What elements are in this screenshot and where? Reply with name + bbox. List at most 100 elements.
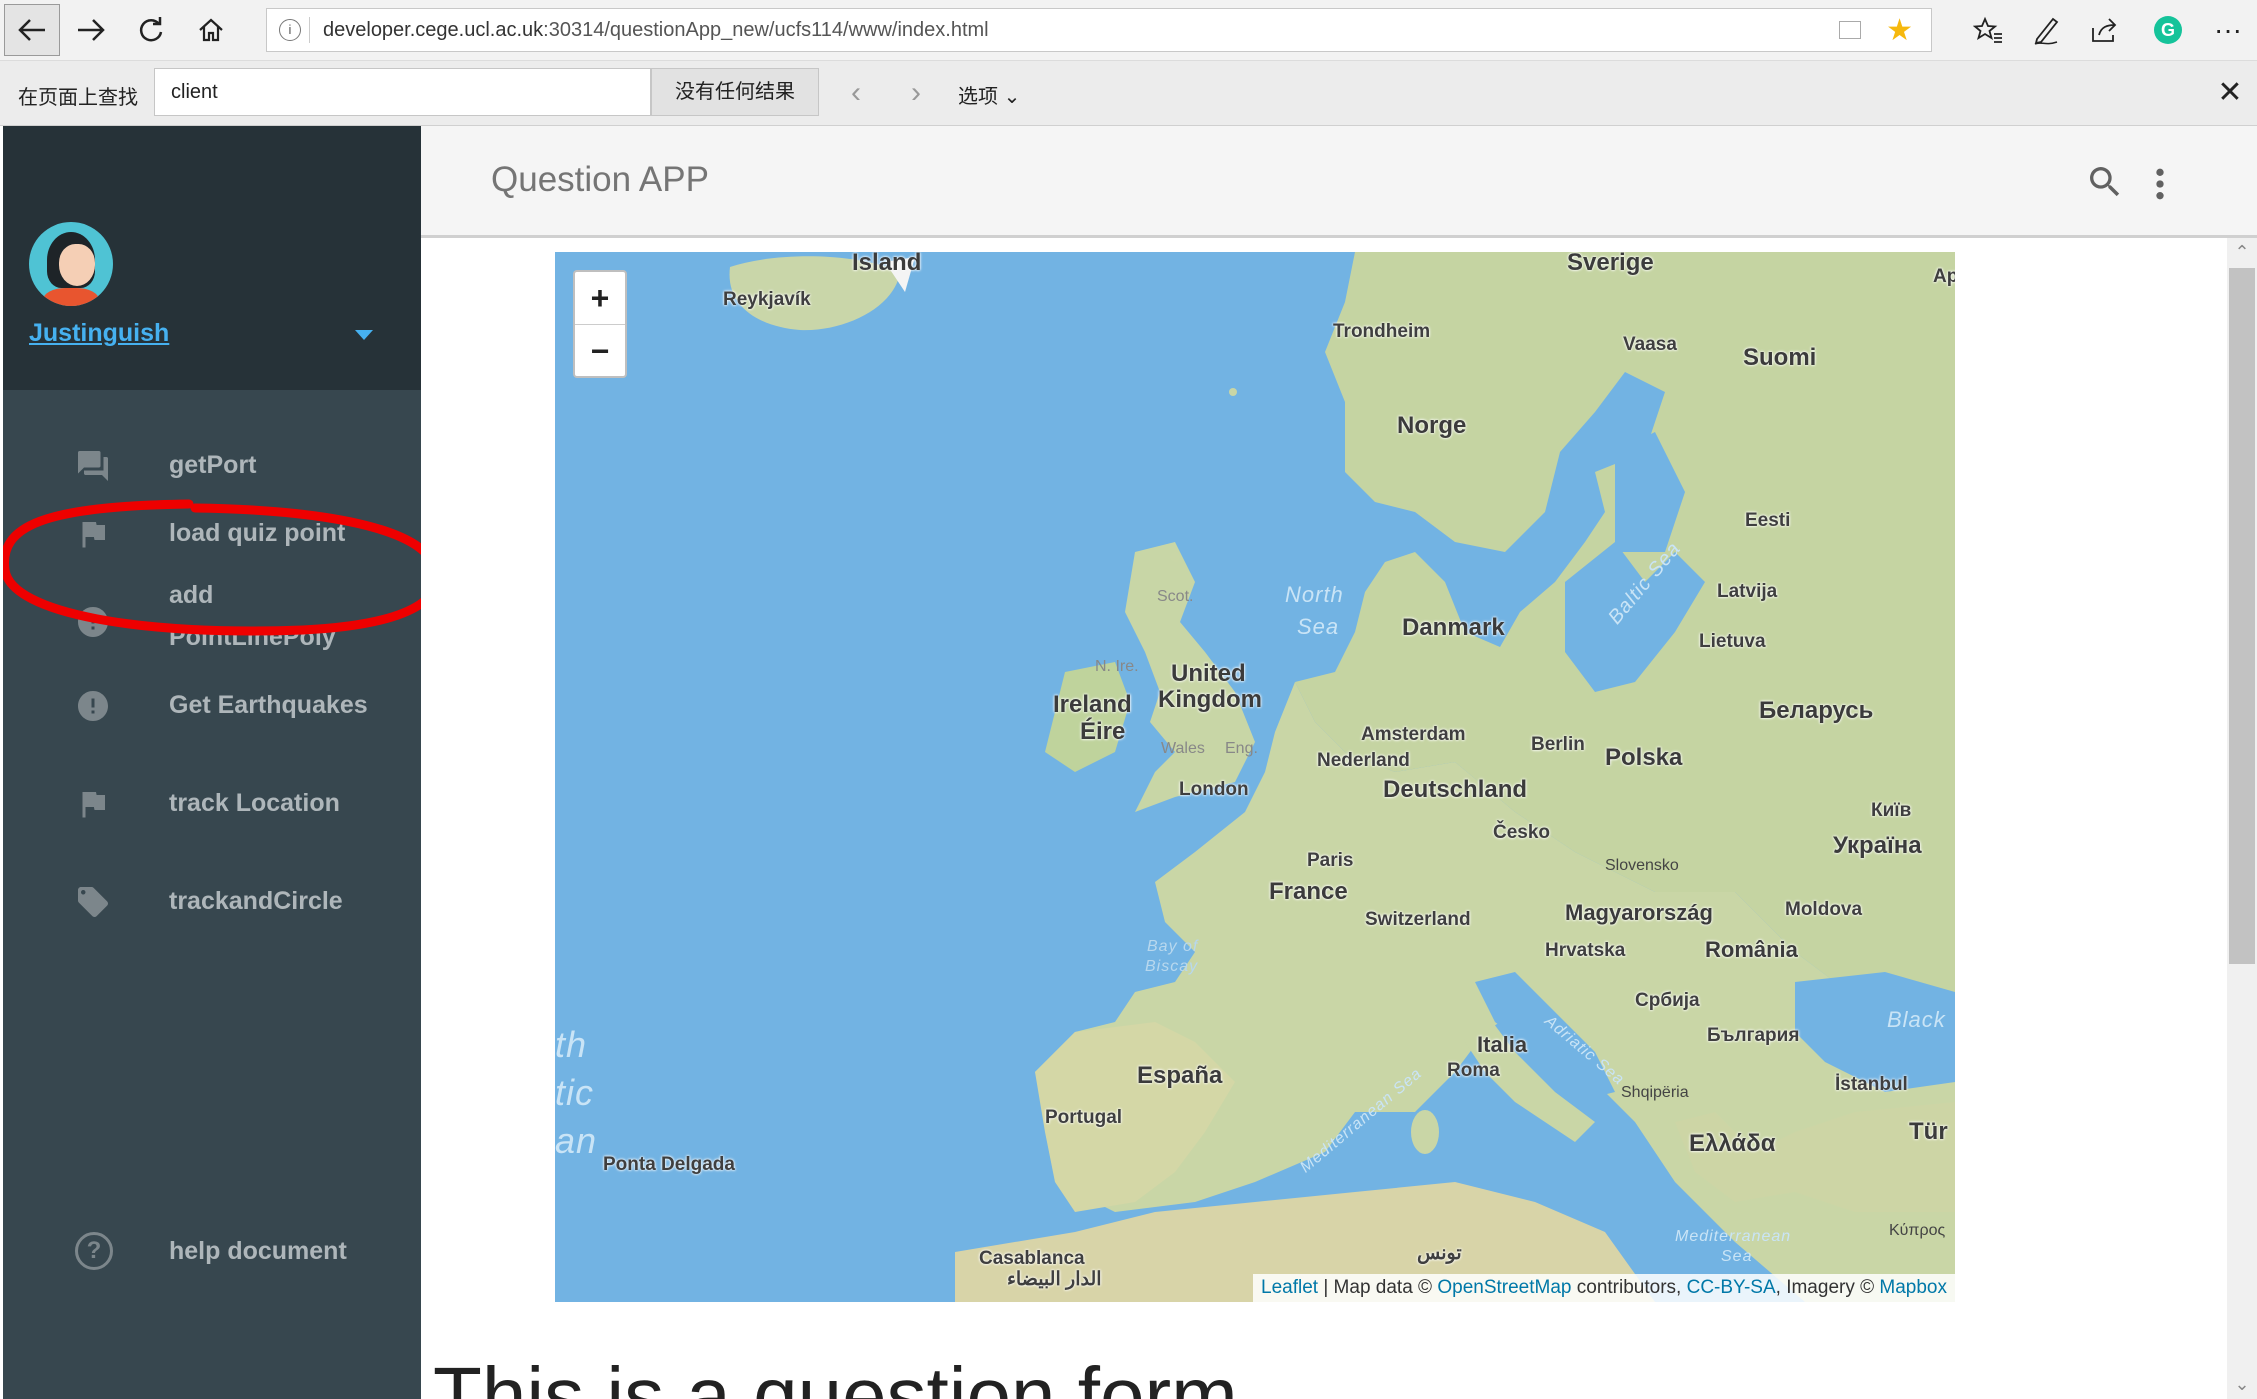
leaflet-link[interactable]: Leaflet xyxy=(1261,1277,1318,1298)
map-label: Latvija xyxy=(1717,581,1778,602)
find-options-button[interactable]: 选项 ⌄ xyxy=(958,80,1020,109)
map-label: an xyxy=(555,1120,598,1161)
avatar xyxy=(29,222,113,306)
map-label: Ap xyxy=(1933,266,1955,287)
site-info-icon[interactable]: i xyxy=(279,19,301,41)
find-on-page-bar: 在页面上查找 client 没有任何结果 ‹ › 选项 ⌄ ✕ xyxy=(0,61,2257,126)
find-input[interactable]: client xyxy=(154,68,651,116)
map-label: Србија xyxy=(1635,990,1700,1011)
menu-item-help-document[interactable]: ? help document xyxy=(3,1212,421,1292)
scroll-up-icon[interactable]: ⌃ xyxy=(2227,242,2257,263)
scroll-thumb[interactable] xyxy=(2229,268,2255,964)
map-label: Deutschland xyxy=(1383,776,1528,803)
map-label: Hrvatska xyxy=(1545,940,1626,961)
address-bar[interactable]: i developer.cege.ucl.ac.uk:30314/questio… xyxy=(266,8,1932,52)
account-dropdown-icon[interactable] xyxy=(355,330,373,340)
attribution-text: , Imagery © xyxy=(1775,1277,1880,1298)
menu-item-trackandcircle[interactable]: trackandCircle xyxy=(3,862,421,942)
map-label: Danmark xyxy=(1402,614,1505,641)
form-heading: This is a question form xyxy=(433,1351,1238,1399)
url-path: :30314/questionApp_new/ucfs114/www/index… xyxy=(543,19,989,41)
map-label: Ponta Delgada xyxy=(603,1154,735,1175)
map-label: Česko xyxy=(1493,822,1551,843)
map-label: Shqipëria xyxy=(1621,1084,1689,1101)
reading-view-icon[interactable] xyxy=(1839,21,1861,39)
scroll-down-icon[interactable]: ⌄ xyxy=(2227,1374,2257,1395)
menu-label: trackandCircle xyxy=(169,887,343,915)
map-label: Vaasa xyxy=(1623,334,1677,355)
map-label: Ελλάδα xyxy=(1689,1130,1776,1157)
map-label: Tür xyxy=(1909,1118,1948,1145)
chevron-down-icon: ⌄ xyxy=(1003,86,1021,108)
drawer-header: Justinguish xyxy=(3,126,421,390)
map-label: Portugal xyxy=(1045,1107,1123,1128)
osm-link[interactable]: OpenStreetMap xyxy=(1437,1277,1571,1298)
find-next-icon[interactable]: › xyxy=(896,73,936,113)
map-label: France xyxy=(1269,878,1348,905)
leaflet-map[interactable]: Island Reykjavík Sverige Trondheim Vaasa… xyxy=(555,252,1955,1302)
map-label: Sea xyxy=(1721,1248,1753,1265)
attribution-text: | Map data © xyxy=(1318,1277,1438,1298)
menu-label: getPort xyxy=(169,451,257,479)
map-label: Nederland xyxy=(1317,750,1410,771)
map-label: United xyxy=(1171,660,1246,687)
map-label: Беларусь xyxy=(1759,697,1874,724)
map-label: الدار البيضاء xyxy=(1007,1269,1102,1290)
map-label: Eng. xyxy=(1225,740,1258,757)
menu-item-get-earthquakes[interactable]: Get Earthquakes xyxy=(3,666,421,746)
map-label: Biscay xyxy=(1145,958,1199,975)
map-label: Slovensko xyxy=(1605,857,1679,874)
map-label: Italia xyxy=(1477,1032,1528,1057)
back-arrow-icon[interactable] xyxy=(4,4,60,56)
map-label: Moldova xyxy=(1785,899,1863,920)
menu-label: help document xyxy=(169,1237,347,1265)
map-label: Éire xyxy=(1080,718,1126,745)
map-label: България xyxy=(1707,1025,1800,1046)
map-attribution: Leaflet | Map data © OpenStreetMap contr… xyxy=(1253,1274,1955,1302)
forward-arrow-icon[interactable] xyxy=(64,6,118,54)
map-label: North xyxy=(1285,582,1344,607)
more-options-icon[interactable]: ··· xyxy=(2206,8,2250,52)
map-label: Berlin xyxy=(1531,734,1585,755)
share-icon[interactable] xyxy=(2082,8,2126,52)
refresh-icon[interactable] xyxy=(124,6,178,54)
url-text[interactable]: developer.cege.ucl.ac.uk:30314/questionA… xyxy=(323,9,989,51)
search-icon[interactable] xyxy=(2085,162,2125,202)
page-title: Question APP xyxy=(491,160,709,199)
zoom-control: + − xyxy=(573,270,627,378)
mapbox-link[interactable]: Mapbox xyxy=(1879,1277,1947,1298)
main-content: Island Reykjavík Sverige Trondheim Vaasa… xyxy=(421,238,2227,1399)
map-label: Island xyxy=(852,252,922,276)
map-label: Amsterdam xyxy=(1361,724,1466,745)
page-scrollbar[interactable]: ⌃ ⌄ xyxy=(2227,238,2257,1399)
map-label: İstanbul xyxy=(1835,1074,1908,1095)
divider xyxy=(309,17,310,43)
favorites-list-icon[interactable] xyxy=(1966,8,2010,52)
pen-notes-icon[interactable] xyxy=(2024,8,2068,52)
more-vertical-icon[interactable] xyxy=(2145,164,2175,204)
menu-label: track Location xyxy=(169,789,340,817)
map-label: تونس xyxy=(1417,1243,1462,1264)
find-status: 没有任何结果 xyxy=(651,68,819,116)
map-label: Trondheim xyxy=(1333,321,1431,342)
grammarly-icon[interactable]: G xyxy=(2154,16,2182,44)
zoom-in-button[interactable]: + xyxy=(575,272,625,325)
map-label: Eesti xyxy=(1745,510,1791,531)
find-previous-icon[interactable]: ‹ xyxy=(836,73,876,113)
map-label: Switzerland xyxy=(1365,909,1471,930)
forum-icon xyxy=(78,451,108,481)
menu-item-track-location[interactable]: track Location xyxy=(3,764,421,844)
map-label: Bay of xyxy=(1147,938,1199,955)
license-link[interactable]: CC-BY-SA xyxy=(1687,1277,1776,1298)
favorite-star-icon[interactable]: ★ xyxy=(1886,11,1913,51)
map-label: Lietuva xyxy=(1699,631,1766,652)
home-icon[interactable] xyxy=(184,6,238,54)
map-label: th xyxy=(555,1024,588,1065)
map-label: România xyxy=(1705,937,1798,962)
browser-toolbar: i developer.cege.ucl.ac.uk:30314/questio… xyxy=(0,0,2257,61)
attribution-text: contributors, xyxy=(1571,1277,1687,1298)
username-link[interactable]: Justinguish xyxy=(29,319,169,348)
close-icon[interactable]: ✕ xyxy=(2210,73,2250,113)
zoom-out-button[interactable]: − xyxy=(575,325,625,377)
map-label: Norge xyxy=(1397,412,1467,439)
